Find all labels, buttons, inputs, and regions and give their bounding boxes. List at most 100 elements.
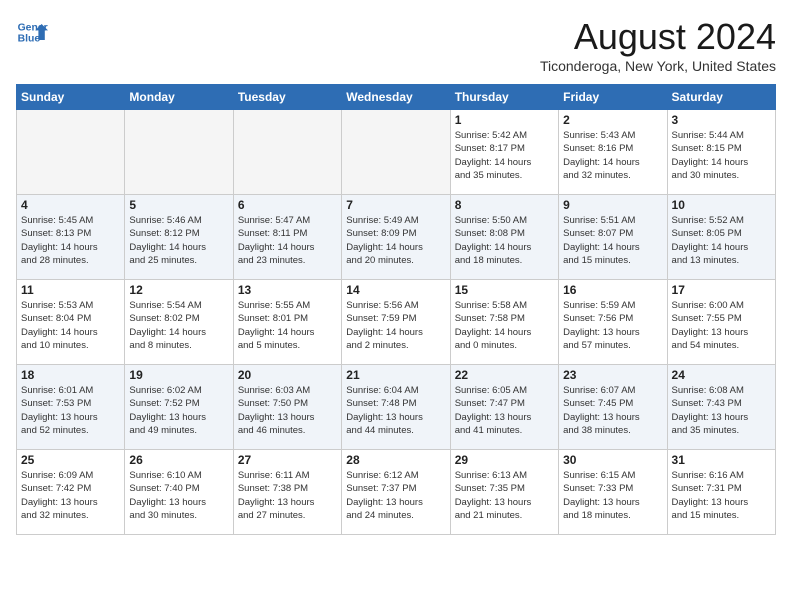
calendar-day-14: 14Sunrise: 5:56 AM Sunset: 7:59 PM Dayli… [342, 280, 450, 365]
month-title: August 2024 [540, 16, 776, 58]
calendar-empty [17, 110, 125, 195]
weekday-header-wednesday: Wednesday [342, 85, 450, 110]
calendar-week-1: 1 Sunrise: 5:42 AM Sunset: 8:17 PM Daylig… [17, 110, 776, 195]
weekday-header-monday: Monday [125, 85, 233, 110]
calendar-week-4: 18Sunrise: 6:01 AM Sunset: 7:53 PM Dayli… [17, 365, 776, 450]
calendar-day-25: 25 Sunrise: 6:09 AM Sunset: 7:42 PM Dayli… [17, 450, 125, 535]
day-number: 8 [455, 198, 554, 212]
day-number: 29 [455, 453, 554, 467]
day-number: 27 [238, 453, 337, 467]
calendar-day-17: 17Sunrise: 6:00 AM Sunset: 7:55 PM Dayli… [667, 280, 775, 365]
day-info: Sunrise: 5:46 AM Sunset: 8:12 PM Dayligh… [129, 214, 228, 267]
day-number: 28 [346, 453, 445, 467]
calendar-day-8: 8 Sunrise: 5:50 AM Sunset: 8:08 PM Daylig… [450, 195, 558, 280]
day-number: 19 [129, 368, 228, 382]
calendar-day-28: 28 Sunrise: 6:12 AM Sunset: 7:37 PM Dayli… [342, 450, 450, 535]
day-info: Sunrise: 5:52 AM Sunset: 8:05 PM Dayligh… [672, 214, 771, 267]
day-info: Sunrise: 5:43 AM Sunset: 8:16 PM Dayligh… [563, 129, 662, 182]
day-info: Sunrise: 6:04 AM Sunset: 7:48 PM Dayligh… [346, 384, 445, 437]
day-info: Sunrise: 5:58 AM Sunset: 7:58 PM Dayligh… [455, 299, 554, 352]
calendar-day-6: 6 Sunrise: 5:47 AM Sunset: 8:11 PM Daylig… [233, 195, 341, 280]
calendar-day-1: 1 Sunrise: 5:42 AM Sunset: 8:17 PM Daylig… [450, 110, 558, 195]
calendar-day-31: 31 Sunrise: 6:16 AM Sunset: 7:31 PM Dayli… [667, 450, 775, 535]
day-number: 25 [21, 453, 120, 467]
day-number: 30 [563, 453, 662, 467]
day-number: 11 [21, 283, 120, 297]
day-info: Sunrise: 5:56 AM Sunset: 7:59 PM Dayligh… [346, 299, 445, 352]
day-info: Sunrise: 5:44 AM Sunset: 8:15 PM Dayligh… [672, 129, 771, 182]
logo: General Blue [16, 16, 48, 48]
day-number: 10 [672, 198, 771, 212]
calendar-day-3: 3Sunrise: 5:44 AM Sunset: 8:15 PM Daylig… [667, 110, 775, 195]
calendar-day-15: 15Sunrise: 5:58 AM Sunset: 7:58 PM Dayli… [450, 280, 558, 365]
day-number: 17 [672, 283, 771, 297]
calendar-day-7: 7 Sunrise: 5:49 AM Sunset: 8:09 PM Daylig… [342, 195, 450, 280]
calendar-day-4: 4Sunrise: 5:45 AM Sunset: 8:13 PM Daylig… [17, 195, 125, 280]
calendar-day-12: 12Sunrise: 5:54 AM Sunset: 8:02 PM Dayli… [125, 280, 233, 365]
day-number: 12 [129, 283, 228, 297]
day-number: 2 [563, 113, 662, 127]
location: Ticonderoga, New York, United States [540, 58, 776, 74]
day-number: 23 [563, 368, 662, 382]
weekday-header-thursday: Thursday [450, 85, 558, 110]
day-number: 7 [346, 198, 445, 212]
logo-icon: General Blue [16, 16, 48, 48]
weekday-header-saturday: Saturday [667, 85, 775, 110]
calendar-empty [233, 110, 341, 195]
day-info: Sunrise: 6:05 AM Sunset: 7:47 PM Dayligh… [455, 384, 554, 437]
calendar-table: SundayMondayTuesdayWednesdayThursdayFrid… [16, 84, 776, 535]
page-header: General Blue August 2024 Ticonderoga, Ne… [16, 16, 776, 74]
day-info: Sunrise: 5:53 AM Sunset: 8:04 PM Dayligh… [21, 299, 120, 352]
day-number: 31 [672, 453, 771, 467]
calendar-day-2: 2 Sunrise: 5:43 AM Sunset: 8:16 PM Daylig… [559, 110, 667, 195]
day-number: 5 [129, 198, 228, 212]
calendar-week-2: 4Sunrise: 5:45 AM Sunset: 8:13 PM Daylig… [17, 195, 776, 280]
day-info: Sunrise: 5:55 AM Sunset: 8:01 PM Dayligh… [238, 299, 337, 352]
day-info: Sunrise: 6:15 AM Sunset: 7:33 PM Dayligh… [563, 469, 662, 522]
day-info: Sunrise: 6:09 AM Sunset: 7:42 PM Dayligh… [21, 469, 120, 522]
weekday-header-friday: Friday [559, 85, 667, 110]
day-number: 13 [238, 283, 337, 297]
day-number: 6 [238, 198, 337, 212]
day-info: Sunrise: 6:08 AM Sunset: 7:43 PM Dayligh… [672, 384, 771, 437]
day-info: Sunrise: 5:51 AM Sunset: 8:07 PM Dayligh… [563, 214, 662, 267]
day-info: Sunrise: 6:13 AM Sunset: 7:35 PM Dayligh… [455, 469, 554, 522]
day-info: Sunrise: 6:16 AM Sunset: 7:31 PM Dayligh… [672, 469, 771, 522]
day-info: Sunrise: 6:07 AM Sunset: 7:45 PM Dayligh… [563, 384, 662, 437]
day-number: 9 [563, 198, 662, 212]
day-info: Sunrise: 5:59 AM Sunset: 7:56 PM Dayligh… [563, 299, 662, 352]
calendar-day-18: 18Sunrise: 6:01 AM Sunset: 7:53 PM Dayli… [17, 365, 125, 450]
day-number: 16 [563, 283, 662, 297]
calendar-empty [342, 110, 450, 195]
day-info: Sunrise: 6:10 AM Sunset: 7:40 PM Dayligh… [129, 469, 228, 522]
day-info: Sunrise: 6:11 AM Sunset: 7:38 PM Dayligh… [238, 469, 337, 522]
calendar-day-24: 24 Sunrise: 6:08 AM Sunset: 7:43 PM Dayli… [667, 365, 775, 450]
calendar-day-21: 21 Sunrise: 6:04 AM Sunset: 7:48 PM Dayli… [342, 365, 450, 450]
day-info: Sunrise: 5:47 AM Sunset: 8:11 PM Dayligh… [238, 214, 337, 267]
calendar-day-16: 16 Sunrise: 5:59 AM Sunset: 7:56 PM Dayli… [559, 280, 667, 365]
day-info: Sunrise: 5:42 AM Sunset: 8:17 PM Dayligh… [455, 129, 554, 182]
calendar-day-19: 19Sunrise: 6:02 AM Sunset: 7:52 PM Dayli… [125, 365, 233, 450]
day-number: 1 [455, 113, 554, 127]
day-info: Sunrise: 5:49 AM Sunset: 8:09 PM Dayligh… [346, 214, 445, 267]
day-info: Sunrise: 5:50 AM Sunset: 8:08 PM Dayligh… [455, 214, 554, 267]
weekday-header-sunday: Sunday [17, 85, 125, 110]
calendar-day-10: 10 Sunrise: 5:52 AM Sunset: 8:05 PM Dayli… [667, 195, 775, 280]
calendar-week-5: 25 Sunrise: 6:09 AM Sunset: 7:42 PM Dayli… [17, 450, 776, 535]
calendar-day-26: 26 Sunrise: 6:10 AM Sunset: 7:40 PM Dayli… [125, 450, 233, 535]
day-number: 21 [346, 368, 445, 382]
day-info: Sunrise: 5:45 AM Sunset: 8:13 PM Dayligh… [21, 214, 120, 267]
calendar-week-3: 11 Sunrise: 5:53 AM Sunset: 8:04 PM Dayli… [17, 280, 776, 365]
calendar-day-11: 11 Sunrise: 5:53 AM Sunset: 8:04 PM Dayli… [17, 280, 125, 365]
calendar-day-22: 22Sunrise: 6:05 AM Sunset: 7:47 PM Dayli… [450, 365, 558, 450]
day-number: 26 [129, 453, 228, 467]
day-info: Sunrise: 6:12 AM Sunset: 7:37 PM Dayligh… [346, 469, 445, 522]
calendar-day-13: 13 Sunrise: 5:55 AM Sunset: 8:01 PM Dayli… [233, 280, 341, 365]
svg-text:Blue: Blue [18, 34, 41, 45]
calendar-empty [125, 110, 233, 195]
calendar-day-23: 23 Sunrise: 6:07 AM Sunset: 7:45 PM Dayli… [559, 365, 667, 450]
day-info: Sunrise: 6:03 AM Sunset: 7:50 PM Dayligh… [238, 384, 337, 437]
day-number: 24 [672, 368, 771, 382]
calendar-day-9: 9 Sunrise: 5:51 AM Sunset: 8:07 PM Daylig… [559, 195, 667, 280]
calendar-day-27: 27 Sunrise: 6:11 AM Sunset: 7:38 PM Dayli… [233, 450, 341, 535]
